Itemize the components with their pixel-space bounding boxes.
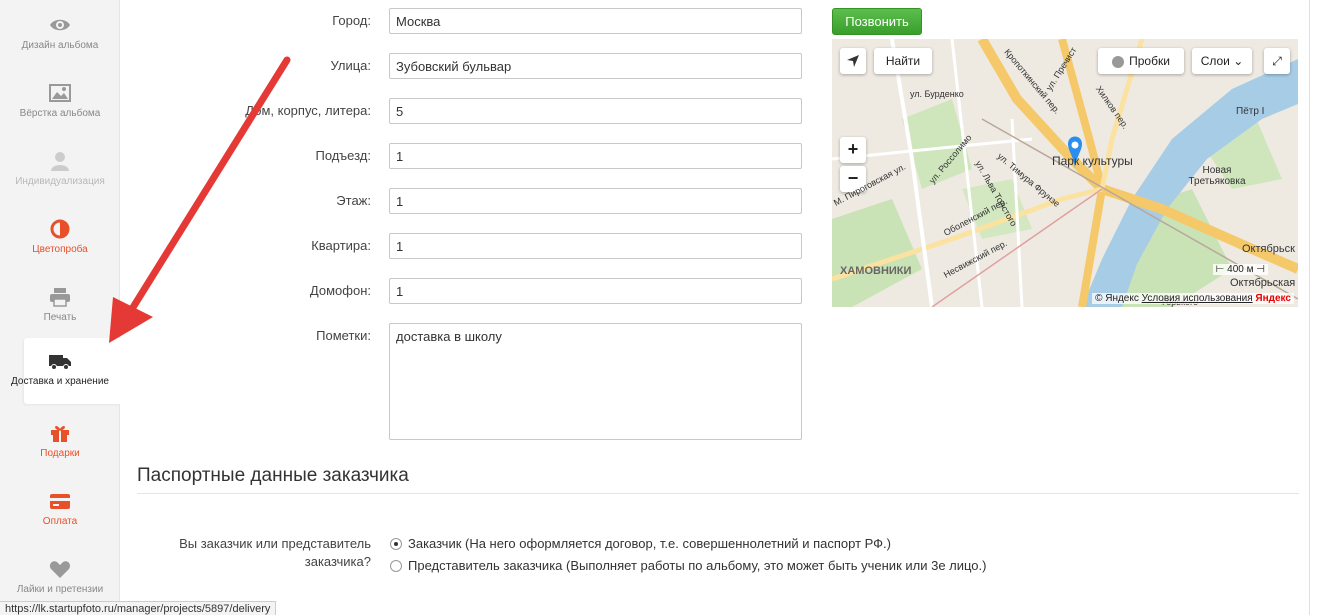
sidebar-item-payment[interactable]: Оплата xyxy=(0,480,120,546)
layers-button[interactable]: Слои ⌄ xyxy=(1192,48,1252,74)
map-find-button[interactable]: Найти xyxy=(874,48,932,74)
sidebar-item-label: Лайки и претензии xyxy=(16,584,104,595)
heart-icon xyxy=(49,561,71,578)
traffic-label: Пробки xyxy=(1129,54,1170,68)
section-title: Паспортные данные заказчика xyxy=(137,465,409,486)
entrance-field[interactable] xyxy=(389,143,802,169)
geolocation-button[interactable] xyxy=(840,48,866,74)
floor-field[interactable] xyxy=(389,188,802,214)
contrast-icon xyxy=(50,219,70,239)
map-scale: ⊢ 400 м ⊣ xyxy=(1212,264,1268,275)
sidebar-item-label: Печать xyxy=(43,312,77,323)
radio-customer-dot[interactable] xyxy=(390,538,402,550)
sidebar-item-label: Подарки xyxy=(40,448,80,459)
street-field[interactable] xyxy=(389,53,802,79)
map-terms-link[interactable]: Условия использования xyxy=(1142,293,1253,304)
map-label-hamovniki: ХАМОВНИКИ xyxy=(840,265,912,277)
map-label-oktyabrskaya-2: Октябрьская xyxy=(1230,277,1296,289)
map-scale-value: 400 м xyxy=(1227,264,1254,275)
map-label-burdenko: ул. Бурденко xyxy=(910,89,964,99)
geolocation-icon xyxy=(847,55,859,67)
fullscreen-button[interactable]: ⤢ xyxy=(1264,48,1290,74)
radio-representative-dot[interactable] xyxy=(390,560,402,572)
call-button[interactable]: Позвонить xyxy=(832,8,922,35)
sidebar-item-label: Вёрстка альбома xyxy=(19,108,101,119)
map-label-park-kultury: Парк культуры xyxy=(1052,154,1133,168)
sidebar-item-label: Дизайн альбома xyxy=(21,40,99,51)
apartment-field[interactable] xyxy=(389,233,802,259)
map-copyright: © Яндекс Условия использования Яндекс xyxy=(1092,293,1294,304)
fullscreen-icon: ⤢ xyxy=(1272,54,1282,68)
customer-question-label: Вы заказчик или представитель заказчика? xyxy=(179,536,371,569)
map-label-tretyakovka: Новая Третьяковка xyxy=(1188,165,1246,187)
sidebar-item-label: Цветопроба xyxy=(32,244,88,255)
delivery-page: Дизайн альбома Вёрстка альбома Индивидуа… xyxy=(0,0,1319,615)
user-icon xyxy=(51,152,69,171)
radio-customer-label: Заказчик (На него оформляется договор, т… xyxy=(408,536,891,551)
sidebar-item-delivery[interactable]: Доставка и хранение xyxy=(11,338,120,404)
sidebar-item-label: Доставка и хранение xyxy=(11,376,109,387)
city-label: Город: xyxy=(332,13,371,28)
map-label-petr: Пётр I xyxy=(1236,106,1265,117)
sidebar-item-gifts[interactable]: Подарки xyxy=(0,412,120,478)
city-field[interactable] xyxy=(389,8,802,34)
map-label-oktyabrskaya-1: Октябрьск xyxy=(1242,243,1295,255)
zoom-in-button[interactable]: + xyxy=(840,137,866,163)
sidebar-item-label: Индивидуализация xyxy=(15,176,105,187)
status-bar-url: https://lk.startupfoto.ru/manager/projec… xyxy=(0,601,277,615)
layers-label: Слои xyxy=(1200,54,1230,68)
scrollbar[interactable] xyxy=(1309,0,1319,615)
truck-icon xyxy=(49,355,71,370)
red-arrow-annotation xyxy=(109,56,291,343)
map[interactable]: Найти Пробки Слои ⌄ ⤢ + − ХАМОВНИКИ Парк… xyxy=(832,39,1298,307)
house-field[interactable] xyxy=(389,98,802,124)
traffic-button[interactable]: Пробки xyxy=(1098,48,1184,74)
chevron-down-icon: ⌄ xyxy=(1233,54,1244,68)
map-copyright-text: © Яндекс xyxy=(1095,293,1139,304)
sidebar-item-label: Оплата xyxy=(42,516,78,527)
gift-icon xyxy=(51,426,69,442)
eye-icon xyxy=(50,19,70,31)
traffic-icon xyxy=(1112,55,1125,68)
notes-textarea[interactable]: доставка в школу xyxy=(389,323,802,440)
credit-card-icon xyxy=(50,494,70,509)
section-divider xyxy=(137,493,1299,494)
intercom-field[interactable] xyxy=(389,278,802,304)
yandex-logo: Яндекс xyxy=(1255,293,1291,304)
image-icon xyxy=(49,84,71,102)
radio-representative-label: Представитель заказчика (Выполняет работ… xyxy=(408,558,987,573)
printer-icon xyxy=(50,288,70,307)
city-row: Город: xyxy=(140,8,805,34)
